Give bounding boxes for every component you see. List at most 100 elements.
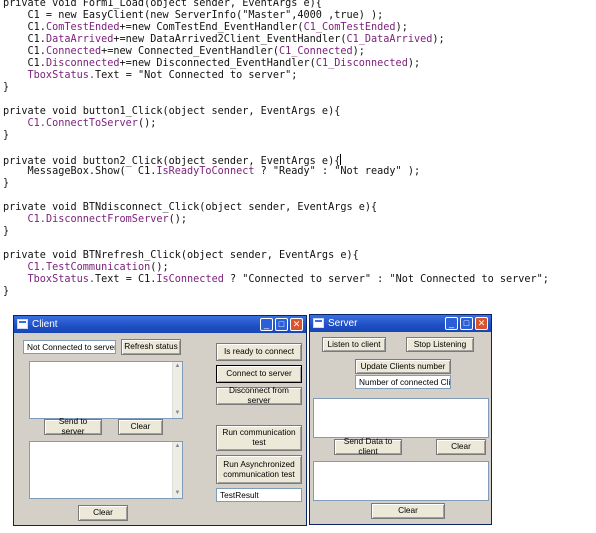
code-line: MessageBox.Show( C1.IsReadyToConnect ? "… — [3, 166, 549, 178]
code-token: C1 = new EasyClient(new ServerInfo("Mast… — [3, 10, 384, 21]
code-token: C1. — [3, 34, 46, 45]
clients-count-textbox[interactable]: Number of connected Clients — [355, 375, 451, 389]
code-token: private void BTNrefresh_Click(object sen… — [3, 250, 359, 261]
disconnect-button[interactable]: Disconnect from server — [216, 386, 302, 405]
connect-button[interactable]: Connect to server — [216, 365, 302, 383]
code-token: } — [3, 130, 10, 141]
code-token: C1. — [3, 262, 46, 273]
code-token: private void Form1_Load(object sender, E… — [3, 0, 322, 9]
code-token: IsConnected — [156, 274, 224, 285]
close-icon[interactable]: ✕ — [290, 318, 303, 331]
code-token: ); — [432, 34, 445, 45]
send-data-button[interactable]: Send Data to client — [334, 437, 402, 456]
client-titlebar[interactable]: Client _ □ ✕ — [14, 316, 306, 333]
code-token: C1_Disconnected — [315, 58, 408, 69]
code-token: Disconnected — [45, 58, 120, 69]
minimize-icon[interactable]: _ — [260, 318, 273, 331]
text-cursor — [340, 154, 342, 165]
code-line: C1.ComTestEnded+=new ComTestEnd_EventHan… — [3, 22, 549, 34]
code-line: private void BTNrefresh_Click(object sen… — [3, 250, 549, 262]
code-token: +=new Connected_EventHandler( — [101, 46, 280, 57]
server-window: Server _ □ ✕ Listen to client Stop Liste… — [309, 314, 492, 525]
code-line: TboxStatus.Text = "Not Connected to serv… — [3, 70, 549, 82]
maximize-icon[interactable]: □ — [275, 318, 288, 331]
client-clear-top-button[interactable]: Clear — [118, 419, 163, 435]
test-result-textbox[interactable]: TestResult — [216, 488, 302, 502]
server-received-textarea[interactable] — [313, 398, 489, 438]
code-token: C1. — [3, 118, 46, 129]
code-token: +=new Disconnected_EventHandler( — [119, 58, 316, 69]
close-icon[interactable]: ✕ — [475, 317, 488, 330]
code-token: Text — [95, 70, 120, 81]
code-line: C1.Disconnected+=new Disconnected_EventH… — [3, 58, 549, 70]
code-token: ComTestEnded — [45, 22, 120, 33]
client-window: Client _ □ ✕ Not Connected to server Ref… — [13, 315, 307, 526]
send-to-server-button[interactable]: Send to server — [44, 417, 102, 436]
code-token: C1_Connected — [279, 46, 353, 57]
code-line: C1.TestCommunication(); — [3, 262, 549, 274]
code-token: C1. — [3, 46, 46, 57]
client-clear-bottom-button[interactable]: Clear — [78, 505, 128, 521]
code-listing: private void Form1_Load(object sender, E… — [3, 0, 549, 298]
code-token: TboxStatus. — [3, 274, 96, 285]
code-line: C1.DataArrived+=new DataArrived2Client_E… — [3, 34, 549, 46]
code-token: = C1. — [119, 274, 157, 285]
code-token: IsReadyToConnect — [156, 166, 255, 177]
maximize-icon[interactable]: □ — [460, 317, 473, 330]
code-token: +=new DataArrived2Client_EventHandler( — [113, 34, 347, 45]
run-test-button[interactable]: Run communication test — [216, 425, 302, 451]
code-token: C1_DataArrived — [346, 34, 433, 45]
minimize-icon[interactable]: _ — [445, 317, 458, 330]
code-token: +=new ComTestEnd_EventHandler( — [119, 22, 304, 33]
code-token: C1. — [3, 58, 46, 69]
code-token: ); — [395, 22, 408, 33]
code-token: C1. — [3, 214, 46, 225]
code-line: } — [3, 178, 549, 190]
code-token: DisconnectFromServer — [45, 214, 169, 225]
server-send-textarea[interactable] — [313, 461, 489, 501]
code-token: TestCommunication — [45, 262, 151, 273]
code-token: } — [3, 286, 10, 297]
server-title: Server — [328, 318, 358, 329]
scrollbar[interactable]: ▲ ▼ — [172, 442, 182, 498]
code-token: C1_ComTestEnded — [303, 22, 396, 33]
code-line: } — [3, 226, 549, 238]
scrollbar[interactable]: ▲ ▼ — [172, 362, 182, 418]
client-received-textarea[interactable]: ▲ ▼ — [29, 361, 183, 419]
run-async-test-button[interactable]: Run Asynchronized communication test — [216, 455, 302, 484]
code-line: private void button1_Click(object sender… — [3, 106, 549, 118]
status-textbox[interactable]: Not Connected to server — [23, 340, 116, 354]
listen-button[interactable]: Listen to client — [322, 337, 386, 352]
client-send-textarea[interactable]: ▲ ▼ — [29, 441, 183, 499]
server-clear-bottom-button[interactable]: Clear — [371, 503, 445, 519]
code-token: DataArrived — [45, 34, 114, 45]
code-line: } — [3, 286, 549, 298]
code-token: private void button1_Click(object sender… — [3, 106, 341, 117]
server-titlebar[interactable]: Server _ □ ✕ — [310, 315, 491, 332]
client-title: Client — [32, 319, 58, 330]
server-clear-top-button[interactable]: Clear — [436, 439, 486, 455]
refresh-status-button[interactable]: Refresh status — [121, 339, 181, 355]
is-ready-button[interactable]: Is ready to connect — [216, 343, 302, 361]
window-icon — [313, 318, 324, 328]
code-token: Text — [95, 274, 120, 285]
code-token: (); — [168, 214, 188, 225]
code-line: } — [3, 82, 549, 94]
code-line: private void Form1_Load(object sender, E… — [3, 0, 549, 10]
window-icon — [17, 319, 28, 329]
stop-listening-button[interactable]: Stop Listening — [406, 337, 474, 352]
code-line: TboxStatus.Text = C1.IsConnected ? "Conn… — [3, 274, 549, 286]
code-token: } — [3, 178, 10, 189]
code-token: ); — [352, 46, 365, 57]
code-token: } — [3, 226, 10, 237]
update-clients-button[interactable]: Update Clients number — [355, 359, 451, 374]
code-token: (); — [137, 118, 157, 129]
code-line: C1.DisconnectFromServer(); — [3, 214, 549, 226]
code-token: Connected — [45, 46, 102, 57]
code-token: } — [3, 82, 10, 93]
code-line: C1 = new EasyClient(new ServerInfo("Mast… — [3, 10, 549, 22]
